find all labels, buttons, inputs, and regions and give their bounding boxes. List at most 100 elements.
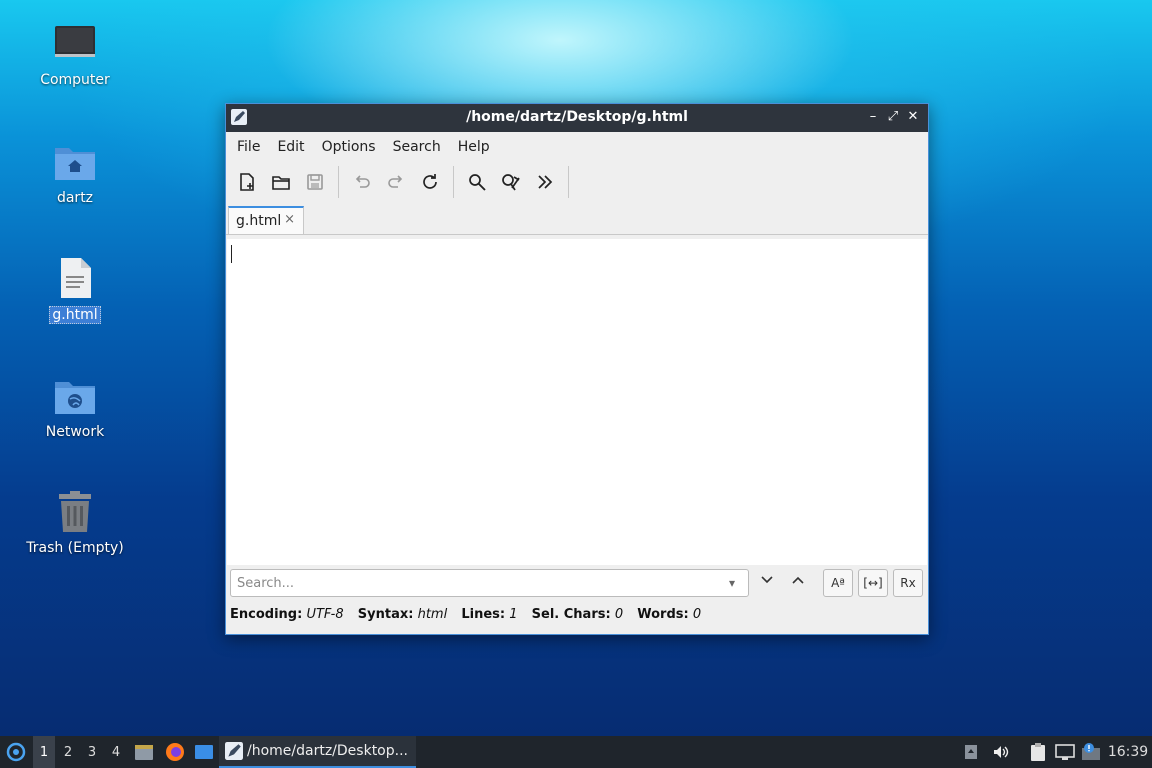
home-folder-icon	[53, 140, 97, 184]
more-button[interactable]	[532, 169, 558, 195]
menu-help[interactable]: Help	[451, 139, 497, 155]
match-case-button[interactable]: Aª	[823, 569, 853, 597]
save-icon	[307, 174, 323, 190]
tab-g-html[interactable]: g.html ×	[228, 206, 304, 234]
find-button[interactable]	[464, 169, 490, 195]
sel-chars-value: 0	[614, 607, 624, 622]
undo-button[interactable]	[349, 169, 375, 195]
lxqt-logo-icon	[6, 742, 26, 762]
desktop-icon-file[interactable]: g.html	[20, 256, 130, 324]
toolbar-separator	[568, 166, 569, 198]
menu-options[interactable]: Options	[315, 139, 383, 155]
search-input[interactable]	[230, 569, 749, 597]
window-titlebar[interactable]: /home/dartz/Desktop/g.html – ⤢ ✕	[226, 104, 928, 132]
tab-label: g.html	[236, 213, 282, 229]
network-tray-button[interactable]	[1054, 736, 1076, 768]
open-file-button[interactable]	[268, 169, 294, 195]
network-folder-icon	[53, 374, 97, 418]
desktop-icon-home-folder[interactable]: dartz	[20, 140, 130, 206]
desktop-icon-label: Network	[45, 424, 105, 440]
text-caret	[231, 245, 232, 263]
find-replace-icon	[502, 174, 520, 191]
replace-button[interactable]	[498, 169, 524, 195]
desktop-icon-trash[interactable]: Trash (Empty)	[20, 490, 130, 556]
text-file-icon	[53, 256, 97, 300]
syntax-value: html	[417, 607, 448, 622]
computer-icon	[53, 22, 97, 66]
toolbar-separator	[338, 166, 339, 198]
workspace-3[interactable]: 3	[81, 736, 103, 768]
desktop-icon-computer[interactable]: Computer	[20, 22, 130, 88]
regex-button[interactable]: Rx	[893, 569, 923, 597]
taskbar: 1 2 3 4 /home/dartz/Desktop... 16:39	[0, 736, 1152, 768]
desktop-icon-label: Computer	[40, 72, 110, 88]
tab-bar: g.html ×	[226, 202, 928, 235]
workspace-4[interactable]: 4	[105, 736, 127, 768]
undo-icon	[355, 175, 370, 188]
find-previous-button[interactable]	[787, 573, 809, 595]
lines-label: Lines:	[461, 607, 506, 622]
desktop-icon	[195, 745, 213, 759]
editor-window: /home/dartz/Desktop/g.html – ⤢ ✕ File Ed…	[225, 103, 929, 635]
app-pen-icon	[225, 742, 243, 760]
window-title: /home/dartz/Desktop/g.html	[466, 109, 688, 125]
toolbar-separator	[453, 166, 454, 198]
chevron-double-right-icon	[538, 175, 553, 189]
desktop-icon-label: g.html	[49, 306, 101, 324]
file-manager-icon	[135, 745, 153, 760]
chevron-down-icon	[761, 576, 773, 584]
firefox-launcher[interactable]	[163, 736, 187, 768]
show-desktop-button[interactable]	[192, 736, 216, 768]
volume-button[interactable]	[990, 736, 1012, 768]
redo-icon	[388, 175, 403, 188]
start-menu-button[interactable]	[4, 736, 28, 768]
tray-arrow-button[interactable]	[962, 736, 980, 768]
sel-chars-label: Sel. Chars:	[531, 607, 611, 622]
taskbar-window-title: /home/dartz/Desktop...	[247, 743, 408, 759]
volume-icon	[994, 746, 1009, 758]
workspace-2[interactable]: 2	[57, 736, 79, 768]
whole-word-button[interactable]: [↔]	[858, 569, 888, 597]
trash-icon	[53, 490, 97, 534]
maximize-button[interactable]: ⤢	[884, 108, 902, 126]
syntax-label: Syntax:	[357, 607, 414, 622]
clipboard-icon	[1031, 743, 1045, 761]
reload-button[interactable]	[417, 169, 443, 195]
encoding-value: UTF-8	[306, 607, 344, 622]
minimize-button[interactable]: –	[864, 108, 882, 126]
menu-bar: File Edit Options Search Help	[226, 132, 928, 162]
encoding-label: Encoding:	[230, 607, 303, 622]
tab-close-icon[interactable]: ×	[284, 212, 295, 227]
search-history-dropdown-icon[interactable]: ▾	[729, 576, 735, 590]
file-manager-launcher[interactable]	[133, 736, 155, 768]
find-bar: ▾ Aª [↔] Rx	[226, 566, 928, 602]
menu-file[interactable]: File	[230, 139, 267, 155]
search-icon	[469, 174, 486, 191]
words-label: Words:	[637, 607, 689, 622]
toolbar	[226, 162, 928, 202]
new-file-button[interactable]	[234, 169, 260, 195]
desktop-icon-label: dartz	[56, 190, 94, 206]
clipboard-tray-button[interactable]	[1027, 736, 1049, 768]
taskbar-window-button[interactable]: /home/dartz/Desktop...	[219, 736, 416, 768]
network-wired-icon	[1055, 744, 1075, 760]
redo-button[interactable]	[383, 169, 409, 195]
desktop-icon-label: Trash (Empty)	[26, 540, 124, 556]
menu-edit[interactable]: Edit	[270, 139, 311, 155]
save-button[interactable]	[302, 169, 328, 195]
tray-up-arrow-icon	[965, 745, 977, 759]
reload-icon	[423, 174, 437, 189]
find-next-button[interactable]	[756, 573, 778, 595]
update-notification-icon	[1082, 743, 1100, 760]
notification-tray-button[interactable]	[1080, 736, 1102, 768]
chevron-up-icon	[792, 576, 804, 584]
clock[interactable]: 16:39	[1106, 736, 1150, 768]
menu-search[interactable]: Search	[386, 139, 448, 155]
workspace-1[interactable]: 1	[33, 736, 55, 768]
folder-open-icon	[272, 176, 290, 190]
desktop-icon-network[interactable]: Network	[20, 374, 130, 440]
text-editor-area[interactable]	[227, 239, 927, 565]
firefox-icon	[166, 743, 184, 761]
status-bar: Encoding: UTF-8 Syntax: html Lines: 1 Se…	[230, 607, 711, 622]
close-button[interactable]: ✕	[904, 108, 922, 126]
